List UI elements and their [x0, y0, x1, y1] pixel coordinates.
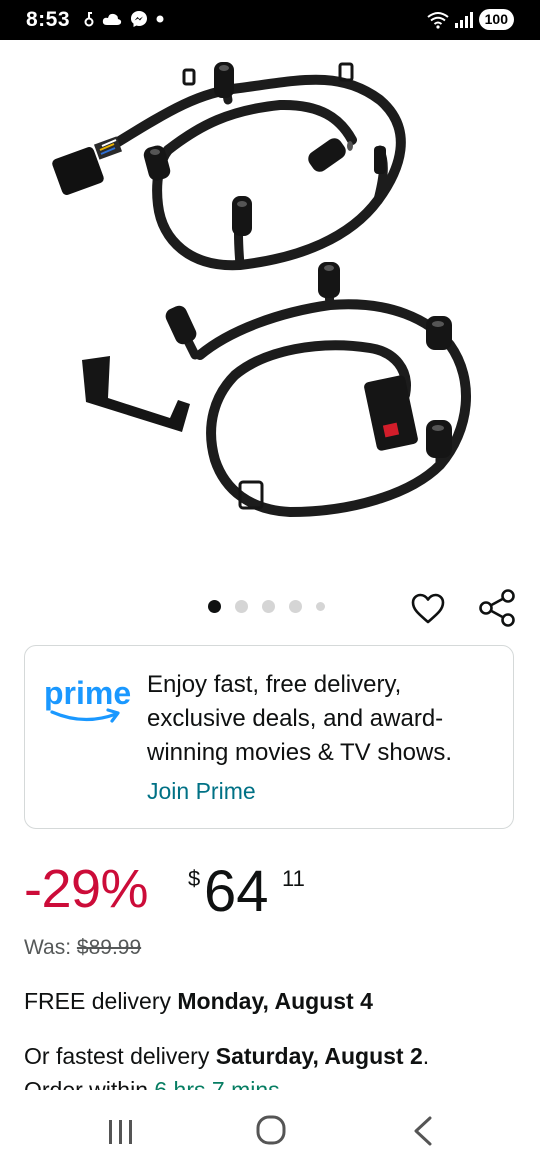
battery-icon: 100 — [478, 9, 514, 30]
price-fraction: 11 — [282, 866, 305, 891]
free-delivery-line: FREE delivery Monday, August 4 — [24, 988, 373, 1015]
back-icon[interactable] — [412, 1116, 434, 1146]
carousel-dot[interactable] — [262, 600, 275, 613]
product-image[interactable] — [0, 40, 540, 590]
status-time: 8:53 — [26, 8, 71, 31]
messenger-icon — [131, 11, 147, 27]
share-icon[interactable] — [478, 589, 516, 627]
discount-percentage: -29% — [24, 859, 149, 919]
was-price-line: Was: $89.99 — [24, 936, 141, 960]
prime-promo-card[interactable]: prime Enjoy fast, free delivery, exclusi… — [24, 645, 514, 829]
carousel-dot[interactable] — [208, 600, 221, 613]
was-label: Was: — [24, 936, 72, 959]
carousel-dot[interactable] — [289, 600, 302, 613]
prime-message: Enjoy fast, free delivery, exclusive dea… — [147, 671, 453, 766]
wifi-icon — [427, 11, 449, 29]
join-prime-link[interactable]: Join Prime — [147, 778, 256, 805]
free-delivery-label: FREE delivery — [24, 988, 171, 1014]
carousel-indicator[interactable] — [208, 600, 325, 613]
was-price: $89.99 — [76, 936, 142, 959]
fastest-delivery-date: Saturday, August 2 — [215, 1043, 423, 1069]
free-delivery-date: Monday, August 4 — [177, 988, 373, 1014]
order-within-line: Order within 6 hrs 7 mins — [24, 1073, 280, 1090]
carousel-dot[interactable] — [235, 600, 248, 613]
price-currency-symbol: $ — [188, 866, 201, 891]
dot-icon — [156, 15, 164, 23]
cloud-icon — [102, 13, 122, 25]
carousel-dot[interactable] — [316, 602, 325, 611]
signal-icon — [454, 11, 473, 28]
fastest-delivery-label: Or fastest delivery — [24, 1043, 210, 1069]
status-bar: 8:53 100 — [0, 0, 540, 40]
price-whole: 64 — [204, 859, 269, 924]
order-countdown: 6 hrs 7 mins — [154, 1077, 280, 1090]
notification-icons — [84, 10, 164, 28]
wishlist-heart-icon[interactable] — [410, 591, 446, 627]
fastest-delivery-period: . — [422, 1043, 430, 1069]
prime-logo-icon: prime — [44, 675, 131, 723]
fastest-delivery-line: Or fastest delivery Saturday, August 2. — [24, 1043, 429, 1070]
order-within-label: Order within — [24, 1077, 148, 1090]
home-icon[interactable] — [256, 1115, 286, 1145]
vpn-icon — [84, 12, 94, 27]
recent-apps-icon[interactable] — [107, 1119, 135, 1145]
prime-logo-text: prime — [44, 675, 131, 711]
system-icons: 100 — [427, 9, 514, 30]
